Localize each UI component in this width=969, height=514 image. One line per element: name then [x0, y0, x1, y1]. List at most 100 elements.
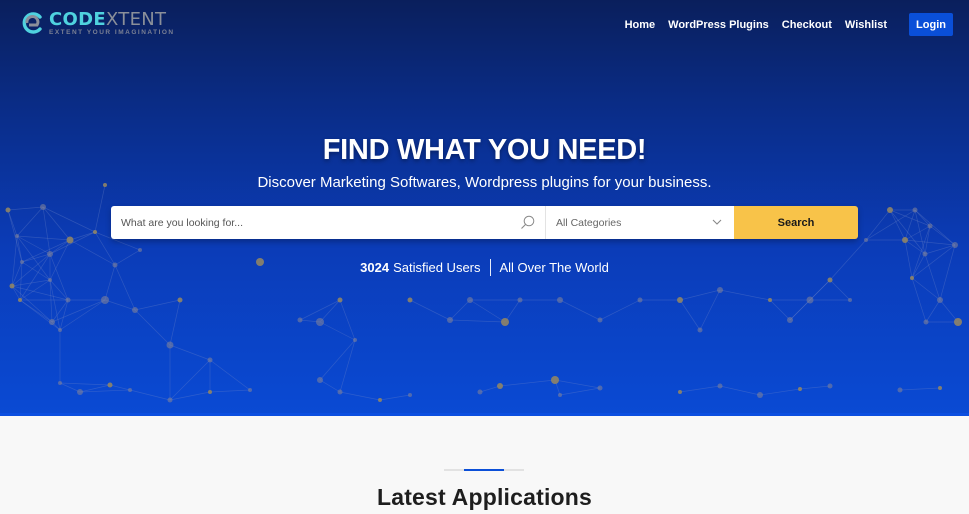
network-node — [557, 297, 563, 303]
network-line — [899, 387, 941, 391]
network-node — [923, 319, 929, 325]
network-line — [914, 209, 956, 246]
nav-home[interactable]: Home — [625, 19, 656, 31]
codextent-logo-icon — [22, 12, 42, 34]
network-line — [449, 319, 506, 323]
magnifier-icon[interactable] — [520, 215, 535, 230]
category-selected-value: All Categories — [556, 216, 622, 229]
network-line — [59, 382, 81, 393]
network-node — [167, 397, 173, 403]
network-line — [911, 277, 941, 301]
network-node — [558, 393, 562, 397]
nav-checkout[interactable]: Checkout — [782, 19, 832, 31]
network-node — [297, 317, 303, 323]
network-line — [829, 279, 851, 301]
network-node — [717, 287, 723, 293]
network-line — [7, 206, 44, 211]
network-node — [15, 234, 19, 238]
logo[interactable]: CODE XTENT EXTENT YOUR IMAGINATION — [20, 10, 175, 38]
network-node — [597, 317, 603, 323]
network-node — [166, 341, 174, 349]
login-button[interactable]: Login — [909, 13, 953, 36]
network-node — [637, 297, 643, 303]
network-node — [353, 338, 357, 342]
network-node — [208, 390, 212, 394]
network-node — [207, 357, 213, 363]
network-node — [93, 230, 97, 234]
network-node — [827, 277, 833, 283]
network-node — [378, 398, 382, 402]
network-line — [379, 394, 411, 401]
network-line — [169, 299, 181, 346]
network-line — [319, 321, 356, 341]
network-node — [887, 207, 893, 213]
network-node — [407, 297, 413, 303]
hero-title: FIND WHAT YOU NEED! — [322, 134, 647, 166]
network-line — [169, 344, 211, 361]
network-node — [922, 251, 928, 257]
network-node — [177, 297, 183, 303]
section-title: Latest Applications — [376, 484, 593, 510]
network-node — [58, 381, 62, 385]
network-line — [319, 339, 356, 381]
network-node — [912, 207, 918, 213]
category-select[interactable]: All Categories — [546, 206, 734, 239]
network-line — [104, 299, 136, 311]
main-nav: Home WordPress Plugins Checkout Wishlist… — [625, 13, 953, 36]
network-node — [138, 248, 142, 252]
network-node — [107, 382, 113, 388]
network-node — [787, 317, 793, 323]
network-line — [719, 385, 761, 396]
network-line — [599, 299, 641, 321]
network-line — [42, 206, 96, 233]
network-line — [719, 289, 771, 301]
network-line — [339, 299, 356, 341]
network-line — [911, 277, 927, 323]
network-line — [799, 385, 831, 390]
network-line — [109, 384, 131, 391]
hero-section: CODE XTENT EXTENT YOUR IMAGINATION Home W… — [0, 0, 969, 416]
network-line — [559, 387, 601, 396]
network-node — [501, 318, 509, 326]
network-node — [337, 297, 343, 303]
network-node — [757, 392, 763, 398]
nav-wishlist[interactable]: Wishlist — [845, 19, 887, 31]
network-node — [806, 296, 814, 304]
section-divider — [444, 469, 524, 471]
network-line — [19, 279, 51, 301]
network-node — [18, 298, 22, 302]
search-input[interactable] — [111, 206, 545, 239]
network-line — [865, 209, 891, 241]
network-line — [134, 309, 171, 346]
network-line — [319, 379, 341, 393]
network-line — [11, 285, 53, 323]
network-node — [447, 317, 453, 323]
search-button[interactable]: Search — [734, 206, 858, 239]
network-line — [16, 206, 44, 237]
network-line — [209, 359, 251, 391]
network-node — [58, 328, 62, 332]
network-line — [865, 209, 916, 241]
network-line — [699, 289, 721, 331]
network-node — [132, 307, 138, 313]
network-line — [169, 359, 211, 401]
satisfied-users-count: 3024 — [360, 260, 390, 275]
network-line — [129, 389, 171, 401]
network-node — [9, 283, 15, 289]
search-bar: All Categories Search — [111, 206, 858, 239]
network-line — [939, 299, 959, 323]
nav-wordpress-plugins[interactable]: WordPress Plugins — [668, 19, 769, 31]
network-line — [679, 299, 701, 331]
network-node — [47, 251, 53, 257]
network-node — [77, 389, 83, 395]
section-divider-accent — [464, 469, 504, 471]
network-line — [469, 299, 506, 323]
network-line — [679, 289, 721, 301]
network-node — [864, 238, 868, 242]
network-node — [316, 318, 324, 326]
network-node — [5, 207, 11, 213]
network-node — [677, 297, 683, 303]
network-node — [910, 276, 914, 280]
network-line — [59, 382, 111, 386]
network-node — [517, 297, 523, 303]
